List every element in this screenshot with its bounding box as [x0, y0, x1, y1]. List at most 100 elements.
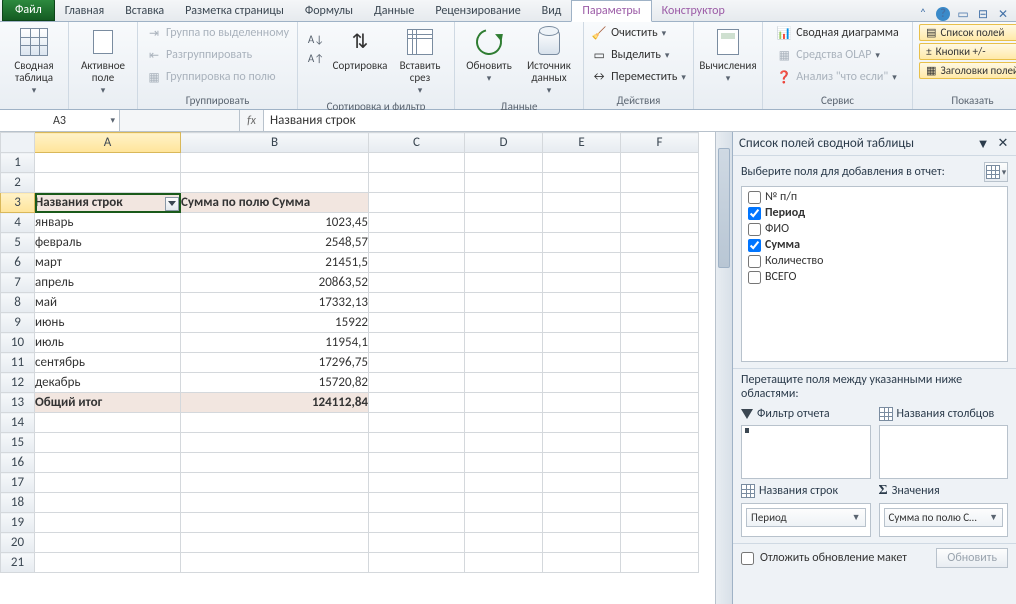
cell[interactable] — [181, 553, 369, 573]
cell[interactable]: март — [35, 253, 181, 273]
area-rows-box[interactable]: Период▼ — [741, 503, 871, 537]
cell[interactable] — [369, 413, 465, 433]
tab-home[interactable]: Главная — [54, 0, 115, 21]
active-field-button[interactable]: Активное поле▾ — [75, 24, 131, 98]
field-item[interactable]: ФИО — [746, 221, 1003, 237]
cell[interactable] — [621, 173, 699, 193]
cell[interactable] — [543, 233, 621, 253]
cell[interactable]: Названия строк — [35, 193, 181, 213]
cell[interactable] — [621, 393, 699, 413]
row-header[interactable]: 16 — [1, 453, 35, 473]
cell[interactable] — [543, 273, 621, 293]
cell[interactable] — [543, 253, 621, 273]
cell[interactable] — [35, 453, 181, 473]
cell[interactable] — [543, 333, 621, 353]
cell[interactable] — [35, 433, 181, 453]
cell[interactable] — [543, 213, 621, 233]
name-box[interactable]: A3▾ — [0, 110, 120, 131]
column-header[interactable]: F — [621, 133, 699, 153]
cell[interactable] — [465, 193, 543, 213]
row-header[interactable]: 21 — [1, 553, 35, 573]
field-list[interactable]: № п/пПериодФИОСуммаКоличествоВСЕГО — [741, 186, 1008, 362]
column-header[interactable]: C — [369, 133, 465, 153]
sort-desc-button[interactable]: A↑ — [304, 49, 328, 67]
cell[interactable] — [465, 433, 543, 453]
cell[interactable] — [543, 513, 621, 533]
row-header[interactable]: 19 — [1, 513, 35, 533]
cell[interactable] — [543, 553, 621, 573]
cell[interactable] — [621, 333, 699, 353]
cell[interactable] — [35, 493, 181, 513]
cell[interactable] — [465, 173, 543, 193]
cell[interactable] — [465, 153, 543, 173]
field-checkbox[interactable] — [748, 191, 761, 204]
sort-asc-button[interactable]: A↓ — [304, 30, 328, 48]
field-list-toggle[interactable]: ▤Список полей — [919, 24, 1016, 41]
cell[interactable] — [35, 553, 181, 573]
area-values-box[interactable]: Сумма по полю С…▼ — [879, 503, 1009, 537]
cell[interactable] — [35, 533, 181, 553]
cell[interactable] — [621, 493, 699, 513]
column-header[interactable]: D — [465, 133, 543, 153]
tab-insert[interactable]: Вставка — [114, 0, 175, 21]
cell[interactable] — [621, 473, 699, 493]
cell[interactable] — [369, 373, 465, 393]
cell[interactable] — [181, 533, 369, 553]
cell[interactable] — [465, 473, 543, 493]
cell[interactable]: февраль — [35, 233, 181, 253]
cell[interactable] — [35, 513, 181, 533]
cell[interactable] — [543, 413, 621, 433]
cell[interactable] — [465, 413, 543, 433]
scrollbar-thumb[interactable] — [718, 148, 730, 268]
cell[interactable] — [543, 493, 621, 513]
row-header[interactable]: 1 — [1, 153, 35, 173]
cell[interactable] — [181, 173, 369, 193]
area-filter-box[interactable] — [741, 425, 871, 479]
cell[interactable]: Сумма по полю Сумма — [181, 193, 369, 213]
cell[interactable] — [465, 253, 543, 273]
cell[interactable] — [369, 233, 465, 253]
cell[interactable] — [369, 293, 465, 313]
cell[interactable] — [621, 293, 699, 313]
cell[interactable] — [465, 533, 543, 553]
cell[interactable] — [465, 513, 543, 533]
field-checkbox[interactable] — [748, 223, 761, 236]
cell[interactable]: 21451,5 — [181, 253, 369, 273]
row-header[interactable]: 10 — [1, 333, 35, 353]
cell[interactable] — [369, 473, 465, 493]
field-headers-toggle[interactable]: ▦Заголовки полей — [919, 62, 1016, 79]
pivot-table-button[interactable]: Сводная таблица▾ — [6, 24, 62, 98]
refresh-button[interactable]: Обновить▾ — [461, 24, 517, 86]
field-checkbox[interactable] — [748, 239, 761, 252]
cell[interactable]: 124112,84 — [181, 393, 369, 413]
cell[interactable] — [465, 453, 543, 473]
fx-icon[interactable]: fx — [240, 110, 264, 131]
defer-update-checkbox[interactable] — [741, 552, 754, 565]
cell[interactable] — [621, 413, 699, 433]
calculations-button[interactable]: Вычисления▾ — [700, 24, 756, 86]
window-minimize-icon[interactable]: ▭ — [956, 7, 970, 21]
cell[interactable] — [369, 153, 465, 173]
column-header[interactable]: E — [543, 133, 621, 153]
cell[interactable] — [465, 293, 543, 313]
tab-file[interactable]: Файл — [2, 0, 55, 21]
close-icon[interactable]: ✕ — [996, 137, 1010, 151]
chevron-down-icon[interactable]: ▼ — [976, 137, 990, 151]
cell[interactable] — [543, 453, 621, 473]
field-item[interactable]: № п/п — [746, 189, 1003, 205]
tab-view[interactable]: Вид — [531, 0, 573, 21]
cell[interactable] — [543, 353, 621, 373]
group-field-button[interactable]: ▦Группировка по полю — [142, 68, 280, 86]
cell[interactable]: 17332,13 — [181, 293, 369, 313]
field-checkbox[interactable] — [748, 255, 761, 268]
help-icon[interactable]: ? — [936, 7, 950, 21]
cell[interactable] — [621, 313, 699, 333]
cell[interactable] — [465, 553, 543, 573]
cell[interactable] — [369, 173, 465, 193]
cell[interactable] — [621, 273, 699, 293]
cell[interactable]: 15720,82 — [181, 373, 369, 393]
cell[interactable]: 2548,57 — [181, 233, 369, 253]
row-header[interactable]: 20 — [1, 533, 35, 553]
cell[interactable] — [181, 153, 369, 173]
row-header[interactable]: 14 — [1, 413, 35, 433]
